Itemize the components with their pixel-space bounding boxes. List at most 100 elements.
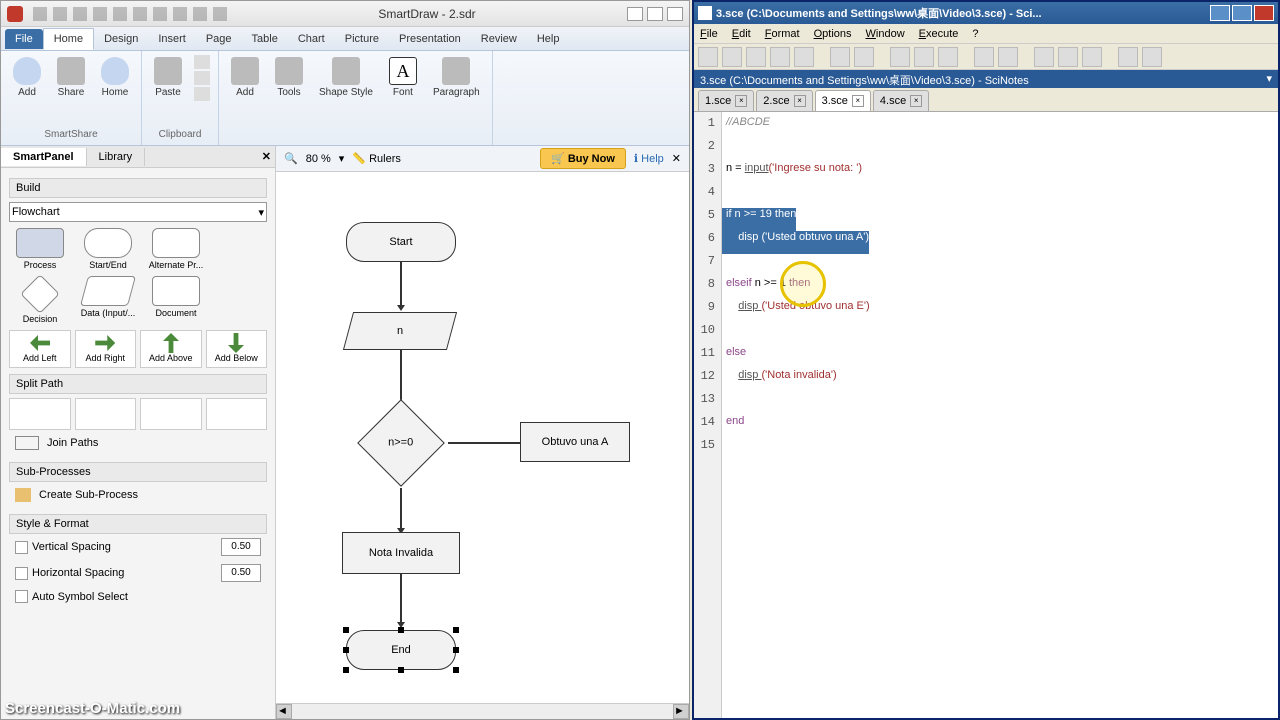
shape-input[interactable]: n [343,312,457,350]
menu-format[interactable]: Format [765,28,800,40]
close-tab-icon[interactable]: × [852,95,864,107]
shape-data[interactable]: Data (Input/... [77,276,139,324]
tab-review[interactable]: Review [471,29,527,49]
tab-page[interactable]: Page [196,29,242,49]
menu-options[interactable]: Options [814,28,852,40]
qat-icon[interactable] [93,7,107,21]
checkbox[interactable] [15,541,28,554]
btn-font[interactable]: AFont [385,55,421,100]
tab-help[interactable]: Help [527,29,570,49]
close-button[interactable] [1254,5,1274,21]
tab-design[interactable]: Design [94,29,148,49]
shape-start[interactable]: Start [346,222,456,262]
shape-obtuvo-a[interactable]: Obtuvo una A [520,422,630,462]
split-option[interactable] [9,398,71,430]
tab-library[interactable]: Library [87,148,146,166]
tab-presentation[interactable]: Presentation [389,29,471,49]
stepout-icon[interactable] [1082,47,1102,67]
copy-icon[interactable] [194,71,210,85]
tab-3sce[interactable]: 3.sce× [815,90,871,111]
save-icon[interactable] [746,47,766,67]
find-icon[interactable] [974,47,994,67]
btn-paste[interactable]: Paste [150,55,186,100]
btn-tools[interactable]: Tools [271,55,307,100]
close-tab-icon[interactable]: × [794,95,806,107]
run-icon[interactable] [998,47,1018,67]
split-option[interactable] [75,398,137,430]
qat-icon[interactable] [213,7,227,21]
qat-icon[interactable] [193,7,207,21]
chevron-down-icon[interactable]: ▾ [1266,72,1272,86]
menu-file[interactable]: File [700,28,718,40]
cut-icon[interactable] [194,55,210,69]
btn-add[interactable]: Add [9,55,45,100]
btn-add-below[interactable]: Add Below [206,330,268,368]
btn-share[interactable]: Share [53,55,89,100]
minimize-button[interactable] [627,7,643,21]
help-icon[interactable] [1142,47,1162,67]
tab-smartpanel[interactable]: SmartPanel [1,148,87,166]
tab-home[interactable]: Home [43,28,94,50]
zoom-level[interactable]: 80 % [306,153,331,165]
config-icon[interactable] [1118,47,1138,67]
btn-paragraph[interactable]: Paragraph [429,55,484,100]
tab-insert[interactable]: Insert [148,29,196,49]
tab-2sce[interactable]: 2.sce× [756,90,812,111]
tab-picture[interactable]: Picture [335,29,389,49]
shape-document[interactable]: Document [145,276,207,324]
vspacing-value[interactable]: 0.50 [221,538,261,556]
new-icon[interactable] [698,47,718,67]
checkbox[interactable] [15,567,28,580]
qat-icon[interactable] [133,7,147,21]
create-subprocess[interactable]: Create Sub-Process [9,482,267,508]
shape-end[interactable]: End [346,630,456,670]
tab-4sce[interactable]: 4.sce× [873,90,929,111]
menu-window[interactable]: Window [866,28,905,40]
step-icon[interactable] [1058,47,1078,67]
maximize-button[interactable] [1232,5,1252,21]
flowchart-canvas[interactable]: Start n n>=0 Obtuvo una A Nota Invalida … [276,172,689,703]
help-link[interactable]: ℹ Help [634,152,664,165]
close-icon[interactable]: ✕ [672,152,681,165]
code-editor[interactable]: 123456789101112131415 //ABCDE n = input(… [694,112,1278,718]
menu-edit[interactable]: Edit [732,28,751,40]
open-icon[interactable] [722,47,742,67]
saveall-icon[interactable] [770,47,790,67]
qat-icon[interactable] [113,7,127,21]
tab-chart[interactable]: Chart [288,29,335,49]
qat-icon[interactable] [53,7,67,21]
close-tab-icon[interactable]: × [910,95,922,107]
undo-icon[interactable] [830,47,850,67]
maximize-button[interactable] [647,7,663,21]
hspacing-value[interactable]: 0.50 [221,564,261,582]
minimize-button[interactable] [1210,5,1230,21]
qat-icon[interactable] [33,7,47,21]
paste-icon[interactable] [938,47,958,67]
split-option[interactable] [140,398,202,430]
close-tab-icon[interactable]: × [735,95,747,107]
btn-shapestyle[interactable]: Shape Style [315,55,377,100]
code-content[interactable]: //ABCDE n = input('Ingrese su nota: ') i… [722,112,1278,718]
btn-add-right[interactable]: Add Right [75,330,137,368]
checkbox[interactable] [15,590,28,603]
menu-execute[interactable]: Execute [919,28,959,40]
btn-home[interactable]: Home [97,55,133,100]
btn-add-above[interactable]: Add Above [140,330,202,368]
shape-process[interactable]: Process [9,228,71,270]
shape-nota-invalida[interactable]: Nota Invalida [342,532,460,574]
menu-help[interactable]: ? [972,28,978,40]
zoom-dropdown[interactable]: ▾ [339,152,345,165]
copy-icon[interactable] [914,47,934,67]
btn-addshape[interactable]: Add [227,55,263,100]
join-paths-row[interactable]: Join Paths [9,430,267,456]
buy-now-button[interactable]: 🛒 Buy Now [540,148,626,169]
panel-close[interactable]: ✕ [262,150,271,163]
tab-file[interactable]: File [5,29,43,49]
rulers-toggle[interactable]: 📏 Rulers [352,152,401,165]
horizontal-scrollbar[interactable]: ◄► [276,703,689,719]
qat-icon[interactable] [153,7,167,21]
btn-add-left[interactable]: Add Left [9,330,71,368]
zoom-icon[interactable]: 🔍 [284,152,298,165]
cut-icon[interactable] [890,47,910,67]
split-option[interactable] [206,398,268,430]
